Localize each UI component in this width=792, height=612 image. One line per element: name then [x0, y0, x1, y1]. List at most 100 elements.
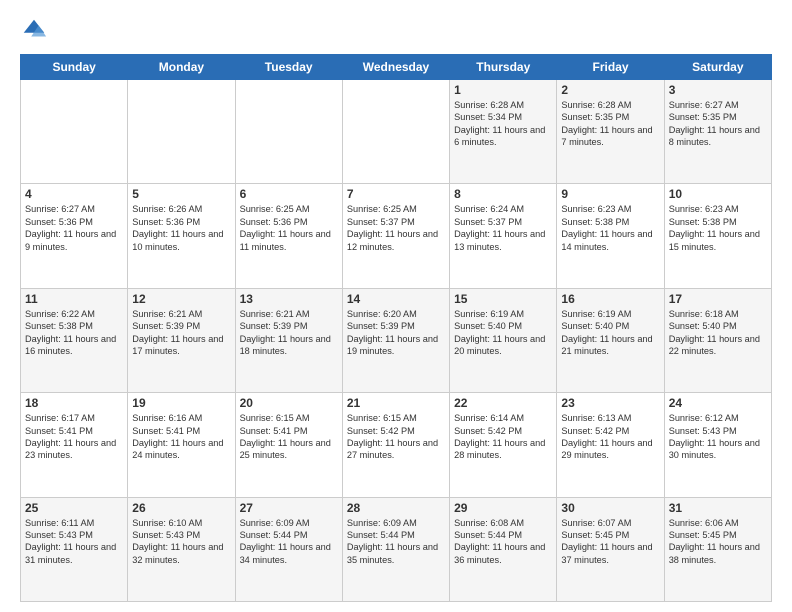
day-number: 25	[25, 501, 123, 515]
day-info: Sunrise: 6:27 AM Sunset: 5:36 PM Dayligh…	[25, 203, 123, 253]
day-number: 16	[561, 292, 659, 306]
day-number: 3	[669, 83, 767, 97]
calendar-cell: 14 Sunrise: 6:20 AM Sunset: 5:39 PM Dayli…	[342, 288, 449, 392]
calendar-cell: 10 Sunrise: 6:23 AM Sunset: 5:38 PM Dayli…	[664, 184, 771, 288]
day-number: 12	[132, 292, 230, 306]
calendar-cell: 15 Sunrise: 6:19 AM Sunset: 5:40 PM Dayli…	[450, 288, 557, 392]
calendar-cell: 20 Sunrise: 6:15 AM Sunset: 5:41 PM Dayli…	[235, 393, 342, 497]
day-info: Sunrise: 6:13 AM Sunset: 5:42 PM Dayligh…	[561, 412, 659, 462]
day-of-week-header: Friday	[557, 55, 664, 80]
day-number: 31	[669, 501, 767, 515]
day-info: Sunrise: 6:25 AM Sunset: 5:37 PM Dayligh…	[347, 203, 445, 253]
calendar-cell: 23 Sunrise: 6:13 AM Sunset: 5:42 PM Dayli…	[557, 393, 664, 497]
day-info: Sunrise: 6:17 AM Sunset: 5:41 PM Dayligh…	[25, 412, 123, 462]
calendar-cell: 17 Sunrise: 6:18 AM Sunset: 5:40 PM Dayli…	[664, 288, 771, 392]
calendar-week-row: 18 Sunrise: 6:17 AM Sunset: 5:41 PM Dayli…	[21, 393, 772, 497]
day-number: 26	[132, 501, 230, 515]
day-info: Sunrise: 6:21 AM Sunset: 5:39 PM Dayligh…	[240, 308, 338, 358]
day-number: 28	[347, 501, 445, 515]
day-number: 24	[669, 396, 767, 410]
header	[20, 16, 772, 44]
day-number: 6	[240, 187, 338, 201]
calendar-cell: 6 Sunrise: 6:25 AM Sunset: 5:36 PM Daylig…	[235, 184, 342, 288]
day-info: Sunrise: 6:19 AM Sunset: 5:40 PM Dayligh…	[561, 308, 659, 358]
calendar-cell: 30 Sunrise: 6:07 AM Sunset: 5:45 PM Dayli…	[557, 497, 664, 601]
calendar-week-row: 4 Sunrise: 6:27 AM Sunset: 5:36 PM Daylig…	[21, 184, 772, 288]
day-number: 11	[25, 292, 123, 306]
calendar-week-row: 25Sunrise: 6:11 AM Sunset: 5:43 PM Dayli…	[21, 497, 772, 601]
calendar-cell	[235, 80, 342, 184]
calendar-week-row: 1 Sunrise: 6:28 AM Sunset: 5:34 PM Daylig…	[21, 80, 772, 184]
calendar-cell	[21, 80, 128, 184]
day-info: Sunrise: 6:16 AM Sunset: 5:41 PM Dayligh…	[132, 412, 230, 462]
calendar-cell: 1 Sunrise: 6:28 AM Sunset: 5:34 PM Daylig…	[450, 80, 557, 184]
day-info: Sunrise: 6:18 AM Sunset: 5:40 PM Dayligh…	[669, 308, 767, 358]
calendar-cell: 8 Sunrise: 6:24 AM Sunset: 5:37 PM Daylig…	[450, 184, 557, 288]
calendar-cell: 11 Sunrise: 6:22 AM Sunset: 5:38 PM Dayli…	[21, 288, 128, 392]
calendar-cell: 2Sunrise: 6:28 AM Sunset: 5:35 PM Daylig…	[557, 80, 664, 184]
day-of-week-header: Saturday	[664, 55, 771, 80]
day-info: Sunrise: 6:15 AM Sunset: 5:42 PM Dayligh…	[347, 412, 445, 462]
calendar-cell	[128, 80, 235, 184]
calendar-cell: 25Sunrise: 6:11 AM Sunset: 5:43 PM Dayli…	[21, 497, 128, 601]
day-info: Sunrise: 6:25 AM Sunset: 5:36 PM Dayligh…	[240, 203, 338, 253]
day-number: 15	[454, 292, 552, 306]
day-info: Sunrise: 6:21 AM Sunset: 5:39 PM Dayligh…	[132, 308, 230, 358]
day-info: Sunrise: 6:22 AM Sunset: 5:38 PM Dayligh…	[25, 308, 123, 358]
calendar-cell: 22Sunrise: 6:14 AM Sunset: 5:42 PM Dayli…	[450, 393, 557, 497]
day-number: 5	[132, 187, 230, 201]
day-number: 30	[561, 501, 659, 515]
calendar-cell: 7 Sunrise: 6:25 AM Sunset: 5:37 PM Daylig…	[342, 184, 449, 288]
day-number: 7	[347, 187, 445, 201]
calendar-cell: 18 Sunrise: 6:17 AM Sunset: 5:41 PM Dayli…	[21, 393, 128, 497]
day-number: 18	[25, 396, 123, 410]
day-info: Sunrise: 6:19 AM Sunset: 5:40 PM Dayligh…	[454, 308, 552, 358]
logo	[20, 16, 52, 44]
day-number: 13	[240, 292, 338, 306]
day-number: 23	[561, 396, 659, 410]
day-of-week-header: Tuesday	[235, 55, 342, 80]
day-of-week-header: Thursday	[450, 55, 557, 80]
calendar-cell: 5 Sunrise: 6:26 AM Sunset: 5:36 PM Daylig…	[128, 184, 235, 288]
day-number: 10	[669, 187, 767, 201]
calendar-cell: 12 Sunrise: 6:21 AM Sunset: 5:39 PM Dayli…	[128, 288, 235, 392]
calendar-cell: 9Sunrise: 6:23 AM Sunset: 5:38 PM Daylig…	[557, 184, 664, 288]
day-info: Sunrise: 6:28 AM Sunset: 5:35 PM Dayligh…	[561, 99, 659, 149]
day-info: Sunrise: 6:15 AM Sunset: 5:41 PM Dayligh…	[240, 412, 338, 462]
calendar-cell: 4 Sunrise: 6:27 AM Sunset: 5:36 PM Daylig…	[21, 184, 128, 288]
day-info: Sunrise: 6:07 AM Sunset: 5:45 PM Dayligh…	[561, 517, 659, 567]
day-info: Sunrise: 6:14 AM Sunset: 5:42 PM Dayligh…	[454, 412, 552, 462]
calendar-cell: 3 Sunrise: 6:27 AM Sunset: 5:35 PM Daylig…	[664, 80, 771, 184]
calendar-cell: 19 Sunrise: 6:16 AM Sunset: 5:41 PM Dayli…	[128, 393, 235, 497]
day-number: 1	[454, 83, 552, 97]
day-info: Sunrise: 6:27 AM Sunset: 5:35 PM Dayligh…	[669, 99, 767, 149]
calendar-cell: 16 Sunrise: 6:19 AM Sunset: 5:40 PM Dayli…	[557, 288, 664, 392]
calendar-cell	[342, 80, 449, 184]
day-info: Sunrise: 6:12 AM Sunset: 5:43 PM Dayligh…	[669, 412, 767, 462]
calendar-cell: 13 Sunrise: 6:21 AM Sunset: 5:39 PM Dayli…	[235, 288, 342, 392]
day-number: 14	[347, 292, 445, 306]
day-of-week-header: Wednesday	[342, 55, 449, 80]
day-of-week-header: Monday	[128, 55, 235, 80]
day-info: Sunrise: 6:20 AM Sunset: 5:39 PM Dayligh…	[347, 308, 445, 358]
calendar-cell: 27 Sunrise: 6:09 AM Sunset: 5:44 PM Dayli…	[235, 497, 342, 601]
day-info: Sunrise: 6:09 AM Sunset: 5:44 PM Dayligh…	[347, 517, 445, 567]
day-number: 20	[240, 396, 338, 410]
day-of-week-header: Sunday	[21, 55, 128, 80]
day-info: Sunrise: 6:23 AM Sunset: 5:38 PM Dayligh…	[561, 203, 659, 253]
calendar-cell: 29Sunrise: 6:08 AM Sunset: 5:44 PM Dayli…	[450, 497, 557, 601]
calendar-cell: 31Sunrise: 6:06 AM Sunset: 5:45 PM Dayli…	[664, 497, 771, 601]
calendar-table: SundayMondayTuesdayWednesdayThursdayFrid…	[20, 54, 772, 602]
day-info: Sunrise: 6:09 AM Sunset: 5:44 PM Dayligh…	[240, 517, 338, 567]
day-info: Sunrise: 6:24 AM Sunset: 5:37 PM Dayligh…	[454, 203, 552, 253]
day-number: 27	[240, 501, 338, 515]
day-info: Sunrise: 6:26 AM Sunset: 5:36 PM Dayligh…	[132, 203, 230, 253]
day-info: Sunrise: 6:08 AM Sunset: 5:44 PM Dayligh…	[454, 517, 552, 567]
day-number: 19	[132, 396, 230, 410]
day-number: 4	[25, 187, 123, 201]
day-number: 17	[669, 292, 767, 306]
day-number: 8	[454, 187, 552, 201]
calendar-week-row: 11 Sunrise: 6:22 AM Sunset: 5:38 PM Dayli…	[21, 288, 772, 392]
day-info: Sunrise: 6:23 AM Sunset: 5:38 PM Dayligh…	[669, 203, 767, 253]
day-info: Sunrise: 6:28 AM Sunset: 5:34 PM Dayligh…	[454, 99, 552, 149]
